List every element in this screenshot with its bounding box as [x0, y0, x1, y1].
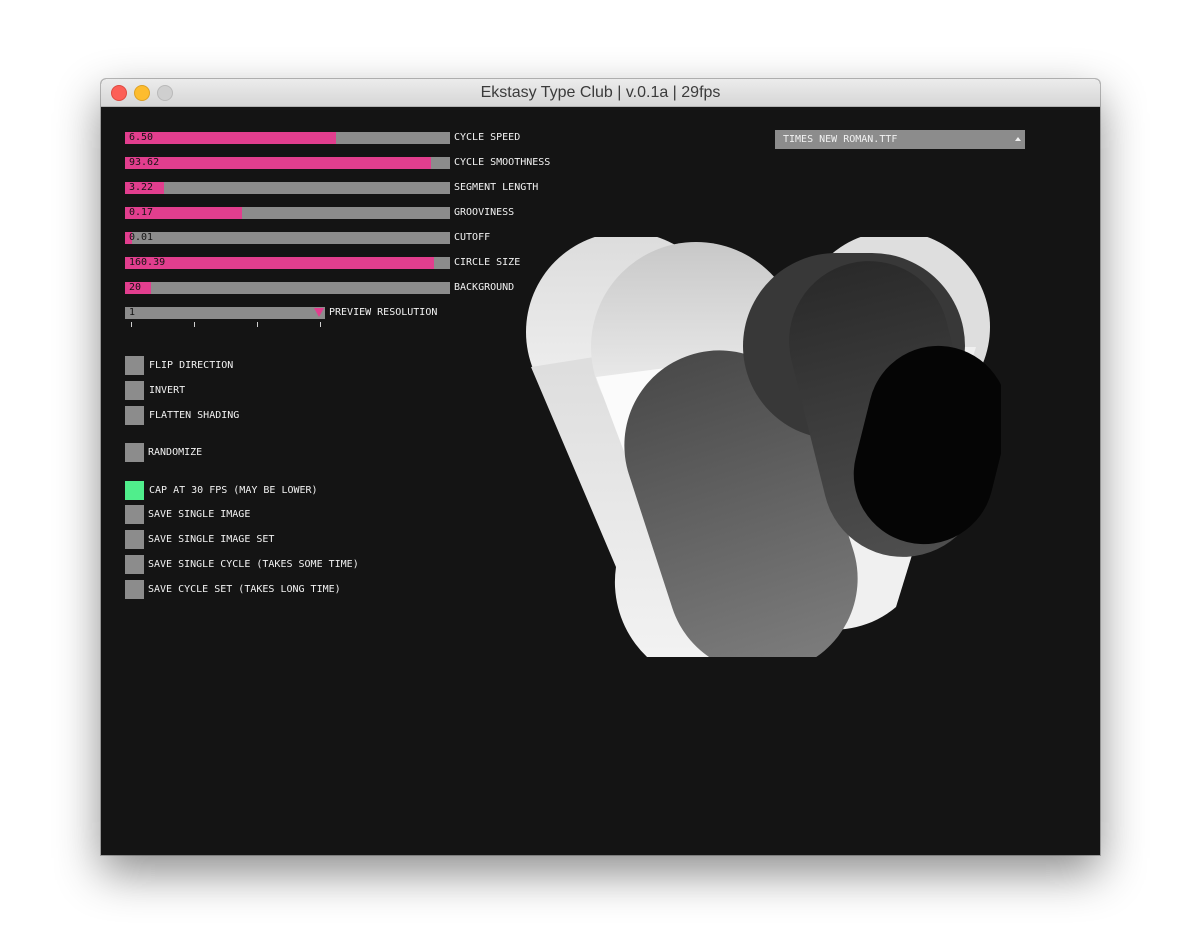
slider-segment-length[interactable]: 3.22: [125, 182, 450, 194]
slider-fill: [125, 257, 435, 269]
flatten-shading-checkbox[interactable]: [125, 406, 144, 425]
slider-grooviness[interactable]: 0.17: [125, 207, 450, 219]
resolution-tick: [131, 322, 132, 327]
flatten-shading-label: FLATTEN SHADING: [149, 410, 240, 421]
save-single-image-set-label: SAVE SINGLE IMAGE SET: [148, 534, 275, 545]
font-select-value: TIMES NEW ROMAN.TTF: [783, 134, 898, 145]
save-single-image-button[interactable]: [125, 505, 144, 524]
glyph-render-canvas: [526, 237, 1001, 657]
save-single-image-label: SAVE SINGLE IMAGE: [148, 509, 251, 520]
slider-cutoff[interactable]: 0.01: [125, 232, 450, 244]
slider-label: SEGMENT LENGTH: [454, 182, 539, 193]
slider-label: CYCLE SPEED: [454, 132, 521, 143]
resolution-tick: [194, 322, 195, 327]
canvas: 6.50 CYCLE SPEED 93.62 CYCLE SMOOTHNESS …: [101, 107, 1100, 855]
resolution-tick: [257, 322, 258, 327]
window-title: Ekstasy Type Club | v.0.1a | 29fps: [480, 84, 721, 101]
flip-direction-label: FLIP DIRECTION: [149, 360, 234, 371]
save-single-cycle-button[interactable]: [125, 555, 144, 574]
triangle-down-icon[interactable]: [314, 308, 324, 317]
randomize-label: RANDOMIZE: [148, 447, 203, 458]
save-single-image-set-button[interactable]: [125, 530, 144, 549]
invert-label: INVERT: [149, 385, 186, 396]
slider-background[interactable]: 20: [125, 282, 450, 294]
randomize-button[interactable]: [125, 443, 144, 462]
slider-cycle-smoothness[interactable]: 93.62: [125, 157, 450, 169]
slider-value: 20: [129, 282, 142, 293]
preview-resolution-slider[interactable]: 1: [125, 307, 325, 319]
resolution-tick: [320, 322, 321, 327]
invert-checkbox[interactable]: [125, 381, 144, 400]
app-window: Ekstasy Type Club | v.0.1a | 29fps 6.50 …: [101, 79, 1100, 855]
slider-label: CIRCLE SIZE: [454, 257, 521, 268]
slider-label: CYCLE SMOOTHNESS: [454, 157, 551, 168]
slider-label: BACKGROUND: [454, 282, 515, 293]
slider-cycle-speed[interactable]: 6.50: [125, 132, 450, 144]
slider-value: 6.50: [129, 132, 154, 143]
slider-value: 0.17: [129, 207, 154, 218]
preview-resolution-label: PREVIEW RESOLUTION: [329, 307, 438, 318]
title-bar: Ekstasy Type Club | v.0.1a | 29fps: [101, 79, 1100, 107]
cap-30fps-checkbox[interactable]: [125, 481, 144, 500]
slider-fill: [125, 132, 337, 144]
cap-30fps-label: CAP AT 30 FPS (MAY BE LOWER): [149, 485, 318, 496]
slider-value: 93.62: [129, 157, 160, 168]
save-cycle-set-button[interactable]: [125, 580, 144, 599]
slider-label: CUTOFF: [454, 232, 491, 243]
slider-value: 0.01: [129, 232, 154, 243]
caret-up-icon: [1015, 137, 1021, 141]
save-single-cycle-label: SAVE SINGLE CYCLE (TAKES SOME TIME): [148, 559, 359, 570]
slider-label: GROOVINESS: [454, 207, 515, 218]
font-select[interactable]: TIMES NEW ROMAN.TTF: [775, 130, 1025, 149]
flip-direction-checkbox[interactable]: [125, 356, 144, 375]
slider-fill: [125, 157, 432, 169]
slider-value: 3.22: [129, 182, 154, 193]
slider-circle-size[interactable]: 160.39: [125, 257, 450, 269]
save-cycle-set-label: SAVE CYCLE SET (TAKES LONG TIME): [148, 584, 341, 595]
preview-resolution-value: 1: [129, 307, 136, 318]
slider-value: 160.39: [129, 257, 166, 268]
